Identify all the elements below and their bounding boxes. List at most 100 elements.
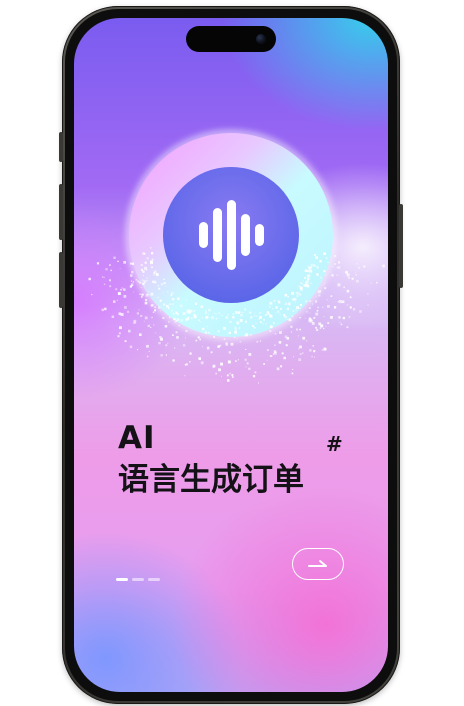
particle xyxy=(299,328,301,331)
particle xyxy=(339,321,341,323)
particle xyxy=(258,382,259,384)
particle xyxy=(164,325,168,328)
particle xyxy=(253,326,256,329)
page-dot[interactable] xyxy=(148,578,160,581)
particle xyxy=(302,280,304,282)
particle xyxy=(111,315,115,318)
particle xyxy=(158,342,161,345)
particle xyxy=(248,367,251,370)
particle xyxy=(267,312,270,315)
particle xyxy=(297,335,299,337)
particle xyxy=(153,324,155,326)
particle xyxy=(320,324,324,328)
page-dot-active[interactable] xyxy=(116,578,128,581)
particle xyxy=(272,353,275,355)
particle xyxy=(334,255,337,258)
particle xyxy=(367,304,369,306)
particle xyxy=(292,368,294,370)
particle xyxy=(178,324,180,327)
particle xyxy=(155,332,157,334)
particle xyxy=(279,313,281,315)
particle xyxy=(146,279,148,281)
particle xyxy=(267,349,269,351)
particle xyxy=(283,314,286,317)
particle xyxy=(317,306,319,309)
next-button[interactable] xyxy=(292,548,344,580)
particle xyxy=(308,317,311,320)
particle xyxy=(167,307,170,309)
particle xyxy=(199,321,201,323)
particle xyxy=(110,269,112,272)
particle xyxy=(226,334,228,335)
particle xyxy=(309,312,311,314)
particle xyxy=(313,350,316,353)
particle xyxy=(299,345,302,349)
headline-line-1: AI xyxy=(118,420,156,456)
particle xyxy=(228,331,231,334)
particle xyxy=(197,336,200,339)
particle xyxy=(140,287,142,288)
particle xyxy=(188,311,191,314)
particle xyxy=(300,304,302,306)
particle xyxy=(343,286,345,289)
particle xyxy=(220,362,223,366)
particle xyxy=(318,294,321,297)
particle xyxy=(245,348,247,350)
particle xyxy=(101,308,104,312)
particle xyxy=(249,311,252,314)
particle xyxy=(269,314,272,318)
particle xyxy=(131,270,134,274)
particle xyxy=(304,317,306,319)
particle xyxy=(354,271,356,273)
particle xyxy=(137,280,140,283)
particle xyxy=(327,261,329,263)
particle xyxy=(244,358,247,361)
particle xyxy=(200,305,203,308)
particle xyxy=(117,299,118,301)
particle xyxy=(227,379,230,382)
particle xyxy=(316,273,319,276)
particle xyxy=(172,312,175,315)
particle xyxy=(120,289,122,291)
particle xyxy=(144,286,145,288)
particle xyxy=(276,367,280,371)
particle xyxy=(278,341,282,344)
particle xyxy=(185,337,186,339)
particle xyxy=(294,298,297,301)
particle xyxy=(323,252,326,255)
particle xyxy=(158,296,159,298)
particle xyxy=(151,252,154,255)
particle xyxy=(117,260,119,262)
particle xyxy=(184,375,186,377)
volume-down-button xyxy=(59,252,63,308)
particle xyxy=(239,341,241,343)
particle xyxy=(284,304,286,305)
particle xyxy=(316,328,319,331)
particle xyxy=(275,312,277,314)
device-mockup: AI 语言生成订单 # xyxy=(0,0,464,706)
particle xyxy=(198,319,200,321)
page-dot[interactable] xyxy=(132,578,144,581)
particle xyxy=(319,260,322,263)
particle xyxy=(306,284,310,288)
particle xyxy=(286,337,290,340)
particle xyxy=(269,301,273,305)
particle xyxy=(308,267,312,271)
particle xyxy=(226,374,229,377)
particle xyxy=(142,282,145,285)
particle xyxy=(323,327,325,330)
particle xyxy=(91,294,93,296)
particle xyxy=(210,351,213,354)
particle xyxy=(231,376,234,378)
particle xyxy=(346,289,350,293)
particle xyxy=(163,278,165,281)
particle xyxy=(304,277,306,279)
particle xyxy=(348,316,351,318)
particle xyxy=(133,291,135,293)
particle xyxy=(152,311,155,313)
particle xyxy=(254,371,257,374)
particle xyxy=(255,322,257,324)
particle xyxy=(143,252,146,255)
particle xyxy=(243,335,246,337)
particle xyxy=(144,301,148,305)
